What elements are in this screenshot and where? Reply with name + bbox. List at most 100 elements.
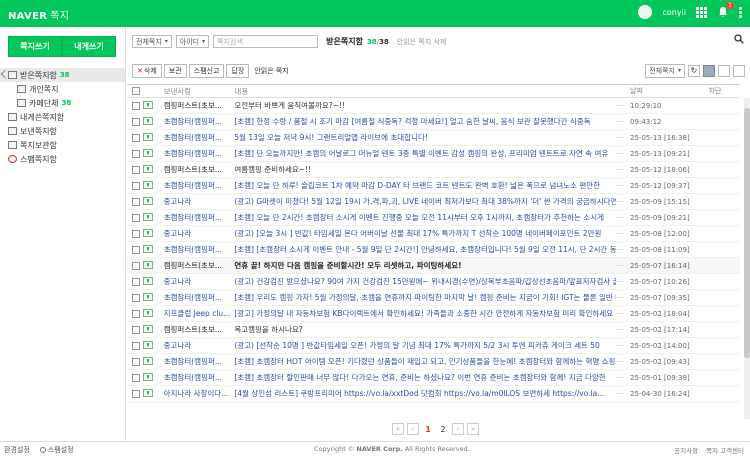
sender-name[interactable]: 캠핑퍼스트(초보... [164, 164, 235, 175]
sender-name[interactable]: 초캠장터(캠핑퍼... [164, 180, 235, 191]
sender-name[interactable]: 초캠장터(캠핑퍼... [164, 148, 235, 159]
table-row[interactable]: 캠핑퍼스트(초보... 여름캠핑 준비하세요~!! ⋯ 25-05-12 [18:06… [127, 162, 740, 178]
sidebar-folder[interactable]: 쪽지보관함 [0, 138, 125, 152]
prev-page-button[interactable]: ‹ [407, 423, 419, 435]
view-filter-select[interactable]: 전체쪽지 ▾ [645, 63, 685, 78]
sidebar-folder[interactable]: 카페단체 38 [0, 96, 125, 110]
message-preview[interactable]: [초캠] 초캠장터 HOT 아이템 오픈! 기다렸던 상품들이 재입고 되고, … [234, 356, 616, 367]
page-1-button[interactable]: 1 [422, 423, 434, 435]
message-preview[interactable]: 오전부터 바쁘게 움직여볼까요?~!! [234, 100, 616, 111]
message-preview[interactable]: 연휴 끝! 하지만 다음 캠핑을 준비할시간! 모두 리셋하고, 파이팅하세요! [234, 260, 616, 271]
row-checkbox[interactable] [127, 261, 140, 270]
message-preview[interactable]: [초캠] 우리도 캠핑 가자! 5월 가정의달, 초캠을 연휴까지 파이팅한 마… [234, 292, 616, 303]
message-preview[interactable]: 5월 13일 오늘 저녁 9시! 그랜트리얼앱 라이브에 초대합니다! [234, 132, 616, 143]
report-spam-button[interactable]: 스팸신고 [188, 63, 225, 78]
table-row[interactable]: 캠핑퍼스트(초보... 오전부터 바쁘게 움직여볼까요?~!! ⋯ 10:29:10 [127, 98, 740, 114]
sidebar-folder[interactable]: 내게쓴쪽지함 [0, 110, 125, 124]
sender-name[interactable]: 캠핑퍼스트(초보... [164, 260, 235, 271]
table-row[interactable]: 중고나라 (광고) [선착순 10명 ] 반값타임세일 오픈! 가정의 달 기념 … [127, 338, 740, 354]
message-preview[interactable]: [초캠] 단 오늘까지만! 초캠의 어날로그 머뉴얼 텐트 3종 특별 이벤트 … [234, 148, 616, 159]
message-preview[interactable]: (광고) G마켓이 미쳤다! 5월 12일 19시 가,격,파,괴, LIVE … [234, 196, 616, 207]
sidebar-folder[interactable]: 스팸쪽지함 [0, 152, 125, 166]
next-page-button[interactable]: › [452, 423, 464, 435]
service-name[interactable]: 쪽지 [50, 11, 69, 22]
more-icon[interactable]: ⋯ [616, 213, 630, 222]
row-checkbox[interactable] [127, 341, 140, 350]
avatar[interactable] [638, 5, 653, 19]
row-checkbox[interactable] [127, 165, 140, 174]
list-view-icon[interactable] [703, 64, 715, 77]
sender-name[interactable]: 캠핑퍼스트(초보... [164, 100, 235, 111]
row-checkbox[interactable] [127, 149, 140, 158]
sender-name[interactable]: 중고나라 [164, 276, 235, 287]
row-checkbox[interactable] [127, 357, 140, 366]
more-icon[interactable]: ⋯ [616, 117, 630, 126]
archive-button[interactable]: 보관 [163, 63, 187, 78]
delete-button[interactable]: ✕ 삭제 [132, 63, 162, 78]
table-row[interactable]: 초캠장터(캠핑퍼... [초캠] 한정 수량 / 품절 시 조기 마감 [여름철 … [127, 114, 740, 130]
row-checkbox[interactable] [127, 293, 140, 302]
help-center-link[interactable]: 쪽지 고객센터 [706, 445, 744, 455]
row-checkbox[interactable] [127, 245, 140, 254]
preview-view-icon[interactable] [733, 64, 745, 77]
table-row[interactable]: 아지나라 사장이다... [4월 상인섬 리스트] 쿠방프리미어 https://… [127, 386, 740, 402]
sender-name[interactable]: 초캠장터(캠핑퍼... [164, 244, 235, 255]
table-row[interactable]: 캠핑퍼스트(초보... 연휴 끝! 하지만 다음 캠핑을 준비할시간! 모두 리셋… [127, 258, 740, 274]
first-page-button[interactable]: « [392, 423, 404, 435]
sender-name[interactable]: 초캠장터(캠핑퍼... [164, 292, 235, 303]
row-checkbox[interactable] [127, 133, 140, 142]
message-preview[interactable]: [광고] 가정의달 내 자동차보험 KB다이렉트에서 확인하세요! 가족들과 소… [234, 308, 616, 319]
message-preview[interactable]: [초캠] [초캠장터 소시게 이벤트 안내 - 5월 9일 단 2시간!] 안녕… [234, 244, 616, 255]
row-checkbox[interactable] [127, 229, 140, 238]
table-row[interactable]: 중고나라 (광고) 건강검진 받으셨나요? 90여 가지 건강검진 15만원에~ … [127, 274, 740, 290]
sender-name[interactable]: 초캠장터(캠핑퍼... [164, 356, 235, 367]
notice-link[interactable]: 공지사항 [674, 445, 698, 455]
message-preview[interactable]: [4월 상인섬 리스트] 쿠방프리미어 https://vo.la/xxtDod… [234, 388, 616, 399]
more-icon[interactable]: ⋯ [616, 373, 630, 382]
table-row[interactable]: 중고나라 (광고) G마켓이 미쳤다! 5월 12일 19시 가,격,파,괴, L… [127, 194, 740, 210]
sender-name[interactable]: 중고나라 [164, 340, 235, 351]
scrollbar-thumb[interactable] [744, 108, 750, 358]
last-page-button[interactable]: » [467, 423, 479, 435]
message-preview[interactable]: [초캠] 한정 수량 / 품절 시 조기 마감 [여름철 식중독? 걱정 마세요… [234, 116, 616, 127]
send-message-button[interactable]: 쪽지쓰기 [8, 36, 62, 57]
more-icon[interactable]: ⋯ [616, 341, 630, 350]
message-preview[interactable]: [초캠] 오늘 단 2시간! 초캠장터 소시게 이벤트 진행중 오늘 오전 11… [234, 212, 616, 223]
message-preview[interactable]: 복고캠핑을 하시나요? [234, 324, 616, 335]
sender-name[interactable]: 초캠장터(캠핑퍼... [164, 212, 235, 223]
row-checkbox[interactable] [127, 277, 140, 286]
search-type-select[interactable]: 아이디 ▾ [175, 35, 210, 48]
search-input[interactable]: 쪽지검색 [213, 35, 319, 48]
company-link[interactable]: NAVER Corp. [356, 445, 402, 453]
message-preview[interactable]: (광고) 건강검진 받으셨나요? 90여 가지 건강검진 15만원에~ 위내시경… [234, 276, 616, 287]
sender-name[interactable]: 지프클럽 Jeep clu... [164, 308, 235, 319]
table-row[interactable]: 초캠장터(캠핑퍼... [초캠] 단 오늘까지만! 초캠의 어날로그 머뉴얼 텐트… [127, 146, 740, 162]
table-row[interactable]: 초캠장터(캠핑퍼... [초캠] [초캠장터 소시게 이벤트 안내 - 5월 9일… [127, 242, 740, 258]
table-row[interactable]: 초캠장터(캠핑퍼... [초캠] 오늘 단 하루! 슬립코트 1차 예약 마감 D… [127, 178, 740, 194]
table-row[interactable]: 초캠장터(캠핑퍼... [초캠] 초캠장터 HOT 아이템 오픈! 기다렸던 상품… [127, 354, 740, 370]
row-checkbox[interactable] [127, 373, 140, 382]
more-icon[interactable]: ⋯ [616, 133, 630, 142]
page-2-button[interactable]: 2 [437, 423, 449, 435]
row-checkbox[interactable] [127, 309, 140, 318]
table-row[interactable]: 중고나라 (광고) [오늘 3시 ] 반값! 타임세일 온다 어버이날 선물 최대… [127, 226, 740, 242]
table-row[interactable]: 지프클럽 Jeep clu... [광고] 가정의달 내 자동차보험 KB다이렉트… [127, 306, 740, 322]
more-icon[interactable]: ⋯ [616, 197, 630, 206]
more-icon[interactable]: ⋯ [616, 293, 630, 302]
message-preview[interactable]: 여름캠핑 준비하세요~!! [234, 164, 616, 175]
refresh-icon[interactable]: ↻ [688, 64, 700, 77]
more-icon[interactable]: ⋯ [616, 357, 630, 366]
more-icon[interactable]: ⋯ [616, 277, 630, 286]
sender-name[interactable]: 아지나라 사장이다... [164, 388, 235, 399]
settings-link[interactable]: 환경설정 [4, 445, 30, 455]
sidebar-folder[interactable]: 보낸쪽지함 [0, 124, 125, 138]
folder-select[interactable]: 전체쪽지 ▾ [132, 35, 172, 48]
message-preview[interactable]: [초캠] 오늘 단 하루! 슬립코트 1차 예약 마감 D-DAY 타 브랜드 … [234, 180, 616, 191]
search-icon[interactable] [734, 34, 744, 44]
more-icon[interactable]: ⋯ [616, 389, 630, 398]
row-checkbox[interactable] [127, 101, 140, 110]
from-header[interactable]: 보낸사람 [164, 86, 235, 97]
sidebar-folder[interactable]: 받은쪽지함 38 [0, 68, 125, 82]
more-icon[interactable]: ⋯ [616, 149, 630, 158]
row-checkbox[interactable] [127, 181, 140, 190]
